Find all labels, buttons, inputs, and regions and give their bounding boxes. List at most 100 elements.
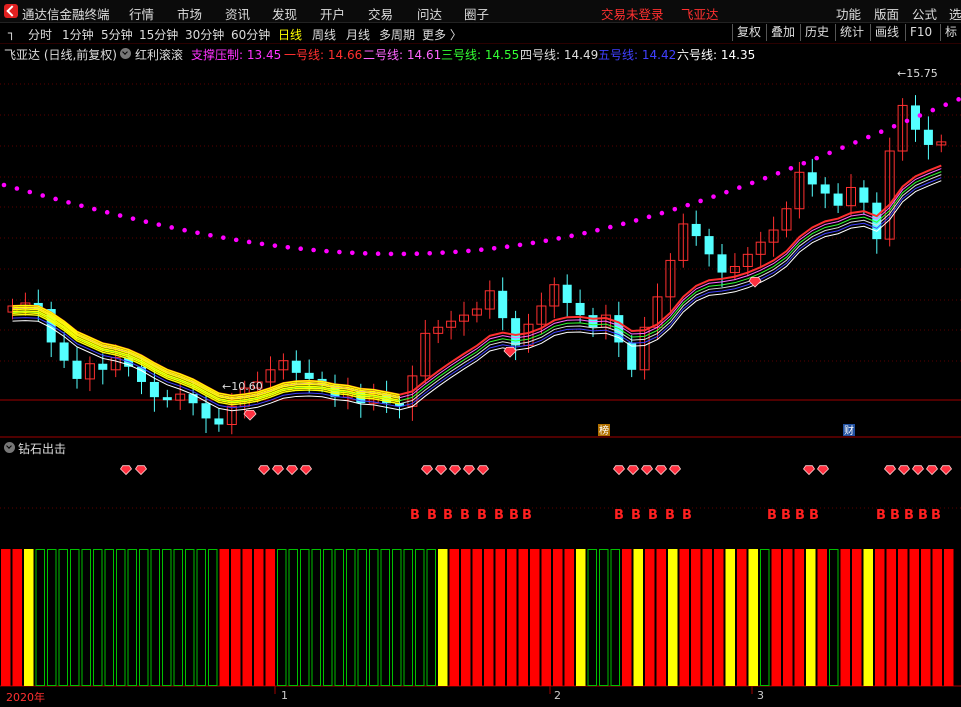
indicator-bar-green xyxy=(127,549,137,686)
ma-line-yellow xyxy=(12,306,400,399)
diamond-signal-icon xyxy=(748,276,762,288)
indicator-bar-red xyxy=(714,549,724,686)
support-dot xyxy=(53,196,58,202)
support-dot xyxy=(130,216,136,221)
indicator-bar-green xyxy=(288,549,298,686)
indicator-bar-red xyxy=(886,549,896,686)
support-dot xyxy=(866,134,871,140)
kline-chart[interactable]: ←15.75←10.60榜 财B B B B B B B B B B B B B B B B B B B B B B xyxy=(0,0,961,707)
support-dot xyxy=(917,113,923,118)
support-dot xyxy=(66,200,71,205)
diamond-signal-icon xyxy=(134,465,148,476)
diamond-signal-icon xyxy=(257,465,271,476)
support-dot xyxy=(698,198,703,204)
indicator-bar-red xyxy=(530,549,540,686)
candle-down xyxy=(911,105,920,130)
indicator-panel-circle-icon[interactable] xyxy=(4,442,15,453)
indicator-bar-red xyxy=(461,549,471,686)
indicator-bar-red xyxy=(541,549,551,686)
buy-marker: B xyxy=(931,508,941,523)
diamond-signal-icon xyxy=(640,465,654,476)
indicator-bar-green xyxy=(610,549,620,686)
support-dot xyxy=(259,241,265,247)
diamond-signal-icon xyxy=(271,465,285,476)
event-tag-bang-label: 榜 xyxy=(599,424,609,437)
support-dot xyxy=(453,249,458,255)
indicator-bar-yellow xyxy=(725,549,735,686)
diamond-signal-icon xyxy=(668,465,682,476)
support-dot xyxy=(801,160,807,166)
ma-line xyxy=(12,180,942,412)
indicator-bar-red xyxy=(875,549,885,686)
support-dot xyxy=(337,249,342,255)
buy-marker: B xyxy=(460,508,470,523)
indicator-bar-green xyxy=(369,549,379,686)
support-dot xyxy=(749,180,755,186)
support-dot xyxy=(582,230,587,236)
diamond-signal-icon xyxy=(243,409,257,421)
support-dot xyxy=(788,165,794,171)
indicator-bar-green xyxy=(587,549,597,686)
support-dot xyxy=(27,189,33,195)
support-dot xyxy=(608,224,613,230)
indicator-bar-red xyxy=(484,549,494,686)
indicator-bar-green xyxy=(357,549,367,686)
candle-down xyxy=(807,172,817,185)
candle-down xyxy=(59,342,69,361)
candle-down xyxy=(149,381,159,398)
buy-marker: B xyxy=(809,508,819,523)
buy-marker: B xyxy=(767,508,777,523)
support-dot xyxy=(362,251,368,256)
indicator-bar-green xyxy=(311,549,321,686)
diamond-signal-icon xyxy=(503,346,517,358)
indicator-bar-green xyxy=(426,549,436,686)
indicator-bar-red xyxy=(909,549,919,686)
diamond-signal-icon xyxy=(883,465,897,476)
indicator-bar-yellow xyxy=(438,549,448,686)
indicator-bar-red xyxy=(518,549,528,686)
indicator-bar-green xyxy=(70,549,80,686)
axis-year: 2020年 xyxy=(6,691,45,704)
diamond-signal-icon xyxy=(434,465,448,476)
candle-down xyxy=(859,187,869,203)
diamond-signal-icon xyxy=(612,465,626,476)
support-dot xyxy=(401,251,407,257)
indicator-bar-red xyxy=(840,549,850,686)
buy-marker: B xyxy=(876,508,886,523)
indicator-bar-green xyxy=(415,549,425,686)
candle-down xyxy=(575,302,585,316)
support-dot xyxy=(633,218,639,223)
axis-month-2: 2 xyxy=(554,689,561,702)
diamond-signal-icon xyxy=(285,465,299,476)
diamond-signal-icon xyxy=(476,465,490,476)
support-dot xyxy=(375,251,381,257)
indicator-bar-yellow xyxy=(633,549,643,686)
axis-month-1: 1 xyxy=(281,689,288,702)
indicator-bar-red xyxy=(817,549,827,686)
buy-marker: B xyxy=(890,508,900,523)
axis-month-3: 3 xyxy=(757,689,764,702)
support-dot xyxy=(195,230,200,236)
high-price-label: ←15.75 xyxy=(897,67,938,80)
support-dot xyxy=(272,243,278,248)
support-dot xyxy=(311,247,316,253)
indicator-panel-title: 钻石出击 xyxy=(18,442,67,456)
indicator-bar-green xyxy=(346,549,356,686)
diamond-signal-icon xyxy=(911,465,925,476)
support-dot xyxy=(169,225,174,230)
buy-marker: B xyxy=(781,508,791,523)
indicator-bar-green xyxy=(173,549,183,686)
diamond-signal-icon xyxy=(654,465,668,476)
support-dot xyxy=(943,102,948,108)
indicator-bar-red xyxy=(737,549,747,686)
indicator-bar-red xyxy=(564,549,574,686)
support-dot xyxy=(956,97,961,102)
diamond-signal-icon xyxy=(925,465,939,476)
indicator-bar-red xyxy=(254,549,264,686)
indicator-bar-red xyxy=(691,549,701,686)
support-dot xyxy=(646,214,652,220)
indicator-bar-red xyxy=(702,549,712,686)
support-dot xyxy=(814,155,819,161)
indicator-bar-yellow xyxy=(668,549,678,686)
buy-marker: B xyxy=(410,508,420,523)
